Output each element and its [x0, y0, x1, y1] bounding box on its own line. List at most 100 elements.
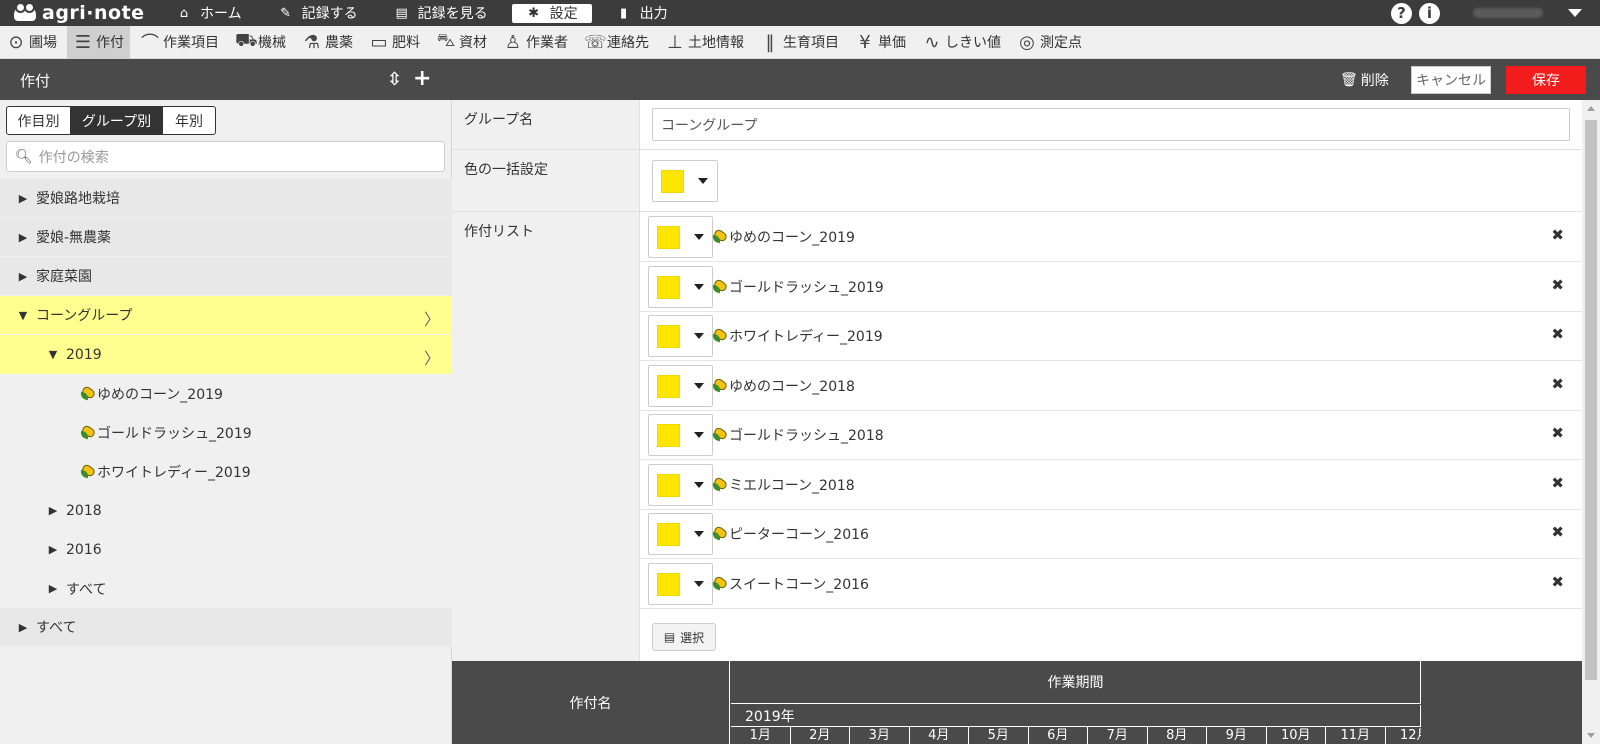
- crop-color-picker[interactable]: [648, 414, 713, 456]
- tree-crop-item[interactable]: ホワイトレディー_2019: [0, 452, 452, 491]
- master-tab[interactable]: ‖ 生育項目: [754, 26, 845, 59]
- month-header: 12月: [1386, 727, 1421, 744]
- select-crops-button[interactable]: ▤ 選択: [652, 623, 716, 651]
- topnav-item[interactable]: ⌂ ホーム: [164, 4, 254, 23]
- expand-right-icon[interactable]: ▶: [46, 543, 60, 556]
- color-swatch: [657, 226, 680, 249]
- remove-icon[interactable]: ✖: [1551, 523, 1564, 541]
- tree-node[interactable]: ▶ すべて: [0, 608, 452, 647]
- expand-down-icon[interactable]: ▼: [46, 348, 60, 361]
- tree-node[interactable]: ▶ 2018: [0, 491, 452, 530]
- segment-tab[interactable]: グループ別: [71, 107, 163, 134]
- tree-node[interactable]: ▶ 家庭菜園: [0, 257, 452, 296]
- collapse-panel-icon[interactable]: ⇳: [387, 69, 402, 90]
- master-tab[interactable]: ∿ しきい値: [916, 26, 1007, 59]
- expand-right-icon[interactable]: ▶: [46, 582, 60, 595]
- select-label: 選択: [680, 630, 705, 645]
- tree-node-label: すべて: [66, 581, 107, 598]
- expand-right-icon[interactable]: ▶: [16, 270, 30, 283]
- remove-icon[interactable]: ✖: [1551, 474, 1564, 492]
- add-icon[interactable]: +: [413, 66, 431, 91]
- trash-icon: 🗑: [1340, 72, 1358, 88]
- crop-color-picker[interactable]: [648, 216, 713, 258]
- expand-down-icon[interactable]: ▼: [16, 309, 30, 322]
- master-tab[interactable]: ⛟ 機械: [229, 26, 292, 59]
- tree-node[interactable]: ▼ 2019 〉: [0, 335, 452, 374]
- tree-crop-item[interactable]: ゴールドラッシュ_2019: [0, 413, 452, 452]
- expand-right-icon[interactable]: ▶: [46, 504, 60, 517]
- topnav-item[interactable]: ▤ 記録を見る: [382, 4, 500, 23]
- user-menu-caret-icon[interactable]: [1568, 9, 1582, 17]
- master-tab[interactable]: ▭ 肥料: [363, 26, 426, 59]
- expand-right-icon[interactable]: ▶: [16, 621, 30, 634]
- master-tab[interactable]: ⊥ 土地情報: [659, 26, 750, 59]
- master-tab-label: 作業者: [526, 35, 568, 51]
- master-tab[interactable]: ⚗ 農薬: [296, 26, 359, 59]
- remove-icon[interactable]: ✖: [1551, 325, 1564, 343]
- topnav-item-label: 出力: [639, 6, 668, 22]
- color-swatch: [657, 374, 680, 398]
- cancel-button[interactable]: キャンセル: [1411, 66, 1491, 94]
- expand-right-icon[interactable]: ▶: [16, 231, 30, 244]
- segment-tab[interactable]: 年別: [163, 107, 215, 134]
- tree-node[interactable]: ▶ 2016: [0, 530, 452, 569]
- master-tab[interactable]: ♙ 作業者: [497, 26, 574, 59]
- vertical-scrollbar[interactable]: [1582, 100, 1600, 744]
- crop-list-item: ゆめのコーン_2019 ✖: [640, 212, 1582, 262]
- expand-right-icon[interactable]: ▶: [16, 192, 30, 205]
- chevron-right-icon[interactable]: 〉: [424, 306, 440, 330]
- tree-node[interactable]: ▶ 愛娘-無農薬: [0, 218, 452, 257]
- crop-color-picker[interactable]: [648, 513, 713, 555]
- home-icon: ⌂: [179, 5, 189, 21]
- scroll-up-icon[interactable]: [1587, 106, 1595, 111]
- crop-color-picker[interactable]: [648, 315, 713, 357]
- master-tab[interactable]: ⌒ 作業項目: [134, 26, 225, 59]
- crop-color-picker[interactable]: [648, 562, 713, 605]
- master-tab[interactable]: ◎ 測定点: [1011, 26, 1088, 59]
- remove-icon[interactable]: ✖: [1551, 226, 1564, 244]
- crop-list-item: スイートコーン_2016 ✖: [640, 559, 1582, 609]
- crop-color-picker[interactable]: [648, 364, 713, 407]
- scrollbar-thumb[interactable]: [1585, 120, 1597, 680]
- tree-node-label: ホワイトレディー_2019: [97, 464, 251, 481]
- tree-crop-item[interactable]: ゆめのコーン_2019: [0, 374, 452, 413]
- user-name-blurred[interactable]: [1473, 8, 1543, 18]
- work-curve-icon: ⌒: [141, 33, 159, 54]
- crop-color-picker[interactable]: [648, 463, 713, 506]
- crop-color-picker[interactable]: [648, 265, 713, 308]
- tree-node[interactable]: ▶ すべて: [0, 569, 452, 608]
- corn-icon: [712, 527, 727, 541]
- scroll-down-icon[interactable]: [1587, 733, 1595, 738]
- master-tab[interactable]: ⊙ 圃場: [0, 26, 63, 59]
- topnav-item[interactable]: ▮ 出力: [604, 4, 680, 23]
- remove-icon[interactable]: ✖: [1551, 573, 1564, 591]
- master-tab[interactable]: ¥ 単価: [849, 26, 912, 59]
- master-tab[interactable]: ⛍ 資材: [430, 26, 493, 59]
- corn-icon: [80, 387, 95, 401]
- info-icon[interactable]: i: [1419, 2, 1440, 24]
- remove-icon[interactable]: ✖: [1551, 375, 1564, 393]
- topnav-item[interactable]: ✱ 設定: [511, 3, 592, 23]
- app-logo[interactable]: agri·note: [14, 2, 164, 24]
- bulk-color-row: 色の一括設定: [452, 150, 1582, 212]
- crop-list-row: 作付リスト ゆめのコーン_2019 ✖ ゴールドラッシュ_2019 ✖ ホワイトレディー…: [452, 212, 1582, 661]
- help-icon[interactable]: ?: [1391, 2, 1412, 24]
- person-icon: ♙: [504, 31, 522, 53]
- group-name-input[interactable]: コーングループ: [652, 108, 1570, 141]
- tree-node[interactable]: ▼ コーングループ 〉: [0, 296, 452, 335]
- tree-node[interactable]: ▶ 愛娘路地栽培: [0, 179, 452, 218]
- save-button[interactable]: 保存: [1506, 66, 1586, 94]
- master-tab[interactable]: ☰ 作付: [67, 25, 130, 59]
- tree-node-label: 2019: [66, 346, 102, 363]
- remove-icon[interactable]: ✖: [1551, 276, 1564, 294]
- bulk-color-picker[interactable]: [652, 160, 718, 202]
- topnav-item[interactable]: ✎ 記録する: [266, 4, 370, 23]
- remove-icon[interactable]: ✖: [1551, 424, 1564, 442]
- chevron-right-icon[interactable]: 〉: [424, 345, 440, 369]
- corn-icon: [712, 329, 727, 343]
- segment-tab[interactable]: 作目別: [7, 107, 71, 134]
- year-header: 2019年: [731, 705, 1421, 727]
- master-tab[interactable]: ☏ 連絡先: [578, 26, 655, 59]
- crop-search-input[interactable]: 🔍︎ 作付の検索: [6, 141, 445, 172]
- delete-button[interactable]: 🗑 削除: [1340, 70, 1389, 90]
